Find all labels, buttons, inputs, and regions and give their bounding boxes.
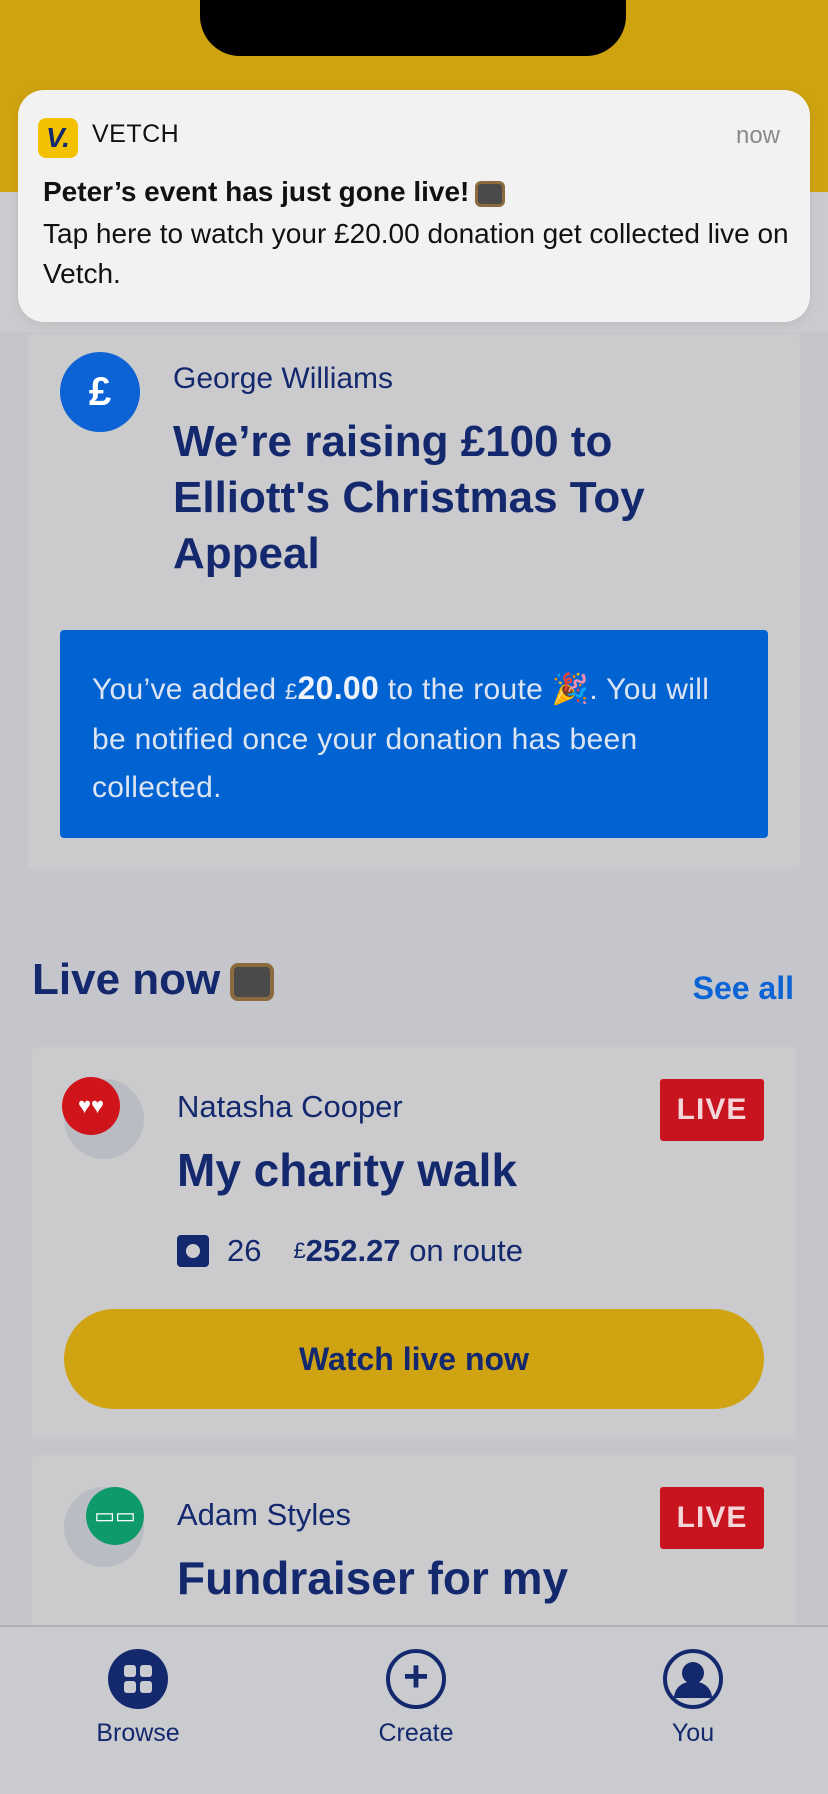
- heart-eyes-face-icon: ♥♥: [62, 1077, 120, 1135]
- push-notification[interactable]: V. VETCH now Peter’s event has just gone…: [18, 90, 810, 322]
- tab-you[interactable]: You: [603, 1649, 783, 1748]
- fundraiser-name: Natasha Cooper: [177, 1089, 403, 1124]
- plus-icon: +: [386, 1649, 446, 1709]
- donor-name: George Williams: [173, 362, 394, 395]
- banner-prefix: You’ve added: [92, 673, 277, 706]
- device-notch: [200, 0, 626, 56]
- grid-icon: [108, 1649, 168, 1709]
- live-badge: LIVE: [660, 1487, 764, 1549]
- see-all-link[interactable]: See all: [693, 970, 794, 1007]
- notification-time: now: [735, 122, 780, 149]
- event-stats: 26 £252.27 on route: [177, 1233, 523, 1269]
- vetch-app-icon: V.: [38, 118, 78, 158]
- amount-suffix: on route: [409, 1233, 523, 1268]
- banner-amount: 20.00: [297, 670, 380, 706]
- tab-label: You: [671, 1719, 715, 1747]
- viewers-icon: [177, 1235, 209, 1267]
- tab-label: Browse: [96, 1719, 180, 1747]
- event-title: My charity walk: [177, 1144, 518, 1196]
- banner-suffix: to the route 🎉.: [387, 673, 599, 706]
- fundraiser-name: Adam Styles: [177, 1497, 352, 1532]
- notification-app-name: VETCH: [92, 120, 180, 148]
- watch-live-button[interactable]: Watch live now: [64, 1309, 764, 1409]
- donation-card[interactable]: £ George Williams We’re raising £100 to …: [28, 334, 800, 869]
- viewer-count: 26: [227, 1233, 262, 1268]
- tab-browse[interactable]: Browse: [48, 1649, 228, 1748]
- amount-currency: £: [293, 1238, 306, 1263]
- avatar: ♥♥: [62, 1077, 144, 1159]
- television-icon: [475, 180, 506, 207]
- banner-currency: £: [284, 679, 298, 704]
- tab-label: Create: [378, 1719, 454, 1747]
- live-badge: LIVE: [660, 1079, 764, 1141]
- live-now-heading: Live now: [32, 955, 275, 1005]
- donation-title: We’re raising £100 to Elliott's Christma…: [173, 417, 645, 578]
- event-title: Fundraiser for my: [177, 1552, 569, 1604]
- pound-avatar: £: [60, 352, 140, 432]
- notification-title: Peter’s event has just gone live!: [43, 176, 506, 208]
- bottom-tab-bar: Browse + Create You: [0, 1625, 828, 1794]
- tab-create[interactable]: + Create: [326, 1649, 506, 1748]
- glasses-face-icon: ▭▭: [86, 1487, 144, 1545]
- amount-on-route: 252.27: [305, 1233, 401, 1268]
- notification-body: Tap here to watch your £20.00 donation g…: [43, 218, 789, 289]
- television-icon: [230, 963, 275, 1002]
- avatar: ▭▭: [64, 1487, 144, 1567]
- donation-confirmation-banner: You’ve added £20.00 to the route 🎉. You …: [60, 630, 768, 838]
- person-icon: [663, 1649, 723, 1709]
- live-event-card[interactable]: ♥♥ Natasha Cooper My charity walk LIVE 2…: [32, 1047, 796, 1439]
